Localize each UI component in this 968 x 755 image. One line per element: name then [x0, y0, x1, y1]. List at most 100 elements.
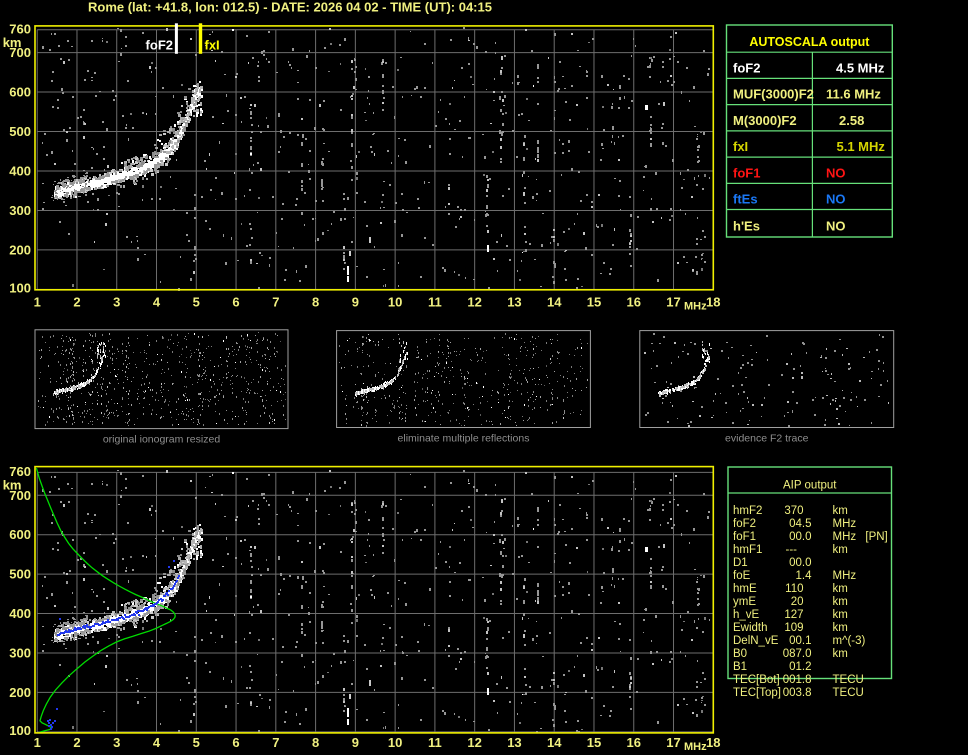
svg-text:9: 9 — [352, 735, 359, 750]
svg-text:NO: NO — [826, 191, 846, 206]
svg-text:087.0: 087.0 — [783, 648, 812, 660]
svg-text:14: 14 — [547, 295, 562, 310]
svg-text:NO: NO — [826, 165, 846, 180]
svg-text:400: 400 — [9, 163, 31, 178]
svg-text:20: 20 — [791, 596, 804, 608]
svg-text:ftEs: ftEs — [733, 191, 758, 206]
svg-text:M(3000)F2: M(3000)F2 — [733, 113, 797, 128]
svg-text:1: 1 — [34, 735, 41, 750]
svg-text:10: 10 — [388, 295, 402, 310]
svg-text:300: 300 — [9, 203, 31, 218]
svg-text:11: 11 — [428, 735, 442, 750]
svg-text:18: 18 — [706, 735, 720, 750]
svg-text:17: 17 — [666, 735, 680, 750]
svg-text:11.6 MHz: 11.6 MHz — [826, 87, 881, 102]
svg-text:00.0: 00.0 — [789, 531, 811, 543]
svg-text:1.4: 1.4 — [796, 570, 813, 582]
svg-text:MHz: MHz — [833, 570, 857, 582]
svg-text:700: 700 — [9, 45, 31, 60]
svg-text:TECU: TECU — [833, 674, 864, 686]
svg-text:15: 15 — [587, 295, 601, 310]
svg-text:400: 400 — [9, 606, 31, 621]
svg-text:001.8: 001.8 — [783, 674, 812, 686]
svg-text:foF2: foF2 — [733, 518, 756, 530]
svg-text:AUTOSCALA output: AUTOSCALA output — [749, 35, 870, 49]
svg-text:1: 1 — [34, 295, 41, 310]
svg-text:200: 200 — [9, 242, 31, 257]
svg-text:12: 12 — [467, 735, 481, 750]
svg-text:TEC[Bot]: TEC[Bot] — [733, 674, 780, 686]
svg-text:2: 2 — [73, 735, 80, 750]
svg-text:h'Es: h'Es — [733, 218, 760, 233]
svg-text:TECU: TECU — [833, 687, 864, 699]
svg-text:109: 109 — [784, 622, 803, 634]
svg-text:fxI: fxI — [733, 139, 748, 154]
svg-text:2.58: 2.58 — [839, 113, 864, 128]
svg-text:5: 5 — [193, 735, 200, 750]
svg-text:---: --- — [786, 544, 798, 556]
svg-text:6: 6 — [232, 735, 239, 750]
svg-text:ymE: ymE — [733, 596, 756, 608]
svg-text:15: 15 — [587, 735, 601, 750]
svg-text:MUF(3000)F2: MUF(3000)F2 — [733, 87, 814, 102]
svg-text:7: 7 — [272, 295, 279, 310]
svg-text:km: km — [833, 583, 848, 595]
svg-text:3: 3 — [113, 735, 120, 750]
svg-text:DelN_vE: DelN_vE — [733, 635, 779, 647]
svg-text:18: 18 — [706, 295, 720, 310]
svg-text:200: 200 — [9, 685, 31, 700]
svg-text:9: 9 — [352, 295, 359, 310]
svg-text:5: 5 — [193, 295, 200, 310]
svg-text:2: 2 — [73, 295, 80, 310]
svg-text:3: 3 — [113, 295, 120, 310]
svg-text:Rome (lat: +41.8, lon: 012.5): Rome (lat: +41.8, lon: 012.5) - DATE: 20… — [88, 0, 492, 15]
svg-text:14: 14 — [547, 735, 562, 750]
svg-text:10: 10 — [388, 735, 402, 750]
svg-text:7: 7 — [272, 735, 279, 750]
svg-text:5.1 MHz: 5.1 MHz — [837, 139, 886, 154]
svg-text:4: 4 — [153, 735, 161, 750]
svg-text:B0: B0 — [733, 648, 747, 660]
svg-text:original ionogram resized: original ionogram resized — [103, 434, 220, 446]
svg-text:700: 700 — [9, 488, 31, 503]
svg-text:300: 300 — [9, 645, 31, 660]
svg-text:B1: B1 — [733, 661, 747, 673]
svg-text:600: 600 — [9, 527, 31, 542]
svg-text:km: km — [833, 648, 848, 660]
svg-text:127: 127 — [784, 609, 803, 621]
svg-text:foF2: foF2 — [146, 38, 173, 53]
svg-text:[PN]: [PN] — [865, 531, 887, 543]
svg-text:MHz: MHz — [684, 741, 707, 753]
svg-text:11: 11 — [428, 295, 442, 310]
svg-text:MHz: MHz — [833, 518, 857, 530]
svg-text:foF2: foF2 — [733, 60, 760, 75]
svg-text:6: 6 — [232, 295, 239, 310]
svg-text:km: km — [833, 596, 848, 608]
svg-text:500: 500 — [9, 124, 31, 139]
svg-text:evidence F2 trace: evidence F2 trace — [725, 433, 809, 445]
svg-text:100: 100 — [9, 723, 31, 738]
svg-text:hmE: hmE — [733, 583, 757, 595]
svg-text:00.0: 00.0 — [789, 557, 811, 569]
svg-text:4.5 MHz: 4.5 MHz — [836, 60, 885, 75]
svg-text:110: 110 — [785, 583, 803, 595]
svg-text:m^(-3): m^(-3) — [833, 635, 866, 647]
svg-text:Ewidth: Ewidth — [733, 622, 768, 634]
svg-text:km: km — [833, 609, 848, 621]
svg-text:00.1: 00.1 — [789, 635, 811, 647]
svg-text:600: 600 — [9, 85, 31, 100]
svg-text:TEC[Top]: TEC[Top] — [733, 687, 781, 699]
svg-text:MHz: MHz — [833, 531, 857, 543]
svg-text:12: 12 — [467, 295, 481, 310]
svg-text:MHz: MHz — [684, 301, 707, 313]
svg-text:km: km — [833, 505, 848, 517]
svg-text:km: km — [833, 544, 848, 556]
svg-text:13: 13 — [507, 735, 521, 750]
svg-text:foE: foE — [733, 570, 751, 582]
svg-text:003.8: 003.8 — [783, 687, 812, 699]
svg-text:100: 100 — [9, 280, 31, 295]
svg-text:13: 13 — [507, 295, 521, 310]
svg-text:foF1: foF1 — [733, 165, 760, 180]
svg-text:h_vE: h_vE — [733, 609, 760, 621]
svg-text:km: km — [833, 622, 848, 634]
